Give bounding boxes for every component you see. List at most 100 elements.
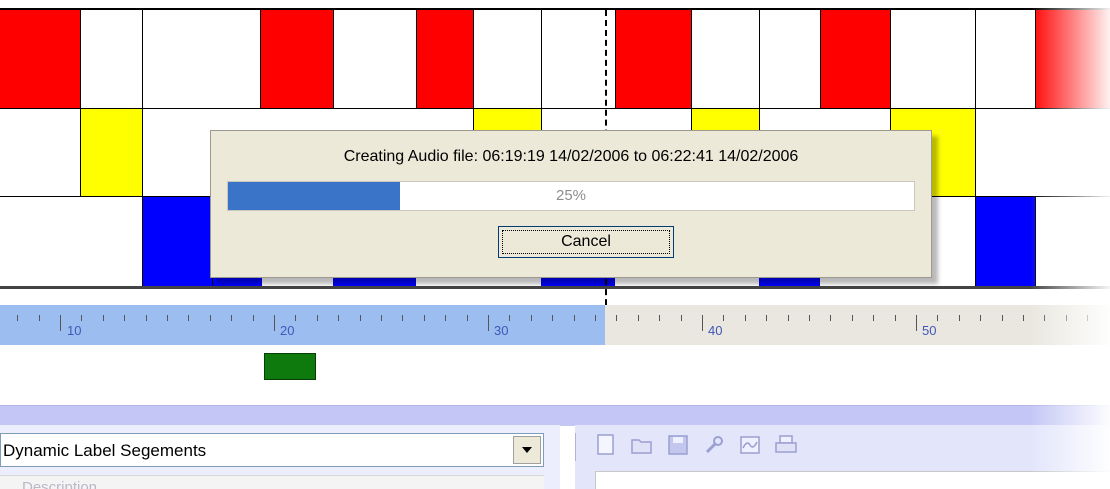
ruler-tick bbox=[424, 315, 425, 321]
ruler-tick bbox=[1023, 315, 1024, 321]
yellow-block[interactable] bbox=[80, 108, 142, 196]
ruler-tick bbox=[1087, 315, 1088, 321]
column-header-label: Description bbox=[22, 479, 98, 489]
blue-block[interactable] bbox=[541, 278, 615, 286]
dropdown-button[interactable] bbox=[513, 436, 541, 464]
grid-line bbox=[80, 10, 81, 108]
ruler-tick bbox=[574, 315, 575, 321]
grid-line bbox=[142, 10, 143, 108]
print-icon[interactable] bbox=[773, 432, 799, 458]
progress-bar: 25% bbox=[227, 181, 915, 211]
grid-line bbox=[759, 108, 760, 132]
red-block[interactable] bbox=[820, 10, 890, 108]
yellow-block[interactable] bbox=[691, 108, 759, 132]
ruler-tick bbox=[81, 315, 82, 321]
ruler-tick bbox=[766, 315, 767, 321]
ruler-tick bbox=[895, 315, 896, 321]
red-block[interactable] bbox=[1035, 10, 1110, 108]
ruler-label: 40 bbox=[708, 323, 723, 338]
ruler-tick bbox=[873, 315, 874, 321]
grid-line bbox=[890, 10, 891, 108]
new-document-icon[interactable] bbox=[593, 432, 619, 458]
grid-line bbox=[975, 10, 976, 108]
grid-line bbox=[260, 10, 261, 108]
ruler-tick bbox=[167, 315, 168, 321]
ruler-tick bbox=[1066, 315, 1067, 321]
segments-panel: Dynamic Label Segements Description bbox=[0, 425, 560, 489]
cancel-label: Cancel bbox=[502, 230, 670, 254]
ruler-tick bbox=[830, 315, 831, 321]
ruler-tick bbox=[210, 315, 211, 321]
blue-block[interactable] bbox=[212, 278, 262, 286]
grid-line bbox=[0, 286, 1110, 289]
chart-icon[interactable] bbox=[737, 432, 763, 458]
grid-line bbox=[1035, 196, 1036, 286]
toolbar-panel bbox=[575, 425, 1110, 489]
chevron-down-icon bbox=[522, 447, 532, 453]
ruler-tick bbox=[809, 315, 810, 321]
grid-line bbox=[0, 108, 1110, 109]
ruler-tick bbox=[338, 315, 339, 321]
ruler-tick bbox=[488, 315, 489, 331]
grid-line bbox=[541, 108, 542, 132]
grid-line bbox=[975, 196, 976, 286]
ruler-tick bbox=[745, 315, 746, 321]
panel-header-strip bbox=[0, 405, 1110, 426]
red-block[interactable] bbox=[615, 10, 691, 108]
ruler-tick bbox=[467, 315, 468, 321]
ruler-tick bbox=[188, 315, 189, 321]
yellow-block[interactable] bbox=[473, 108, 541, 132]
ruler-tick bbox=[274, 315, 275, 331]
grid-line bbox=[416, 10, 417, 108]
cancel-button[interactable]: Cancel bbox=[498, 226, 674, 258]
ruler-tick bbox=[103, 315, 104, 321]
ruler-tick bbox=[1044, 315, 1045, 321]
column-header[interactable]: Description bbox=[0, 475, 544, 489]
red-block[interactable] bbox=[416, 10, 473, 108]
dropdown-value: Dynamic Label Segements bbox=[3, 441, 207, 460]
ruler-tick bbox=[146, 315, 147, 321]
progress-dialog: Creating Audio file: 06:19:19 14/02/2006… bbox=[210, 130, 932, 278]
ruler-tick bbox=[295, 315, 296, 321]
blue-block[interactable] bbox=[975, 196, 1035, 286]
ruler-tick bbox=[124, 315, 125, 321]
ruler-tick bbox=[39, 315, 40, 321]
open-folder-icon[interactable] bbox=[629, 432, 655, 458]
grid-line bbox=[759, 10, 760, 108]
blue-block[interactable] bbox=[142, 196, 212, 286]
blue-block[interactable] bbox=[759, 278, 820, 286]
ruler-tick bbox=[231, 315, 232, 321]
grid-line bbox=[473, 10, 474, 108]
tools-icon[interactable] bbox=[701, 432, 727, 458]
marker-lane bbox=[0, 348, 1110, 382]
ruler-tick bbox=[916, 315, 917, 331]
grid-line bbox=[541, 10, 542, 108]
red-block[interactable] bbox=[0, 10, 80, 108]
ruler-tick bbox=[60, 315, 61, 331]
dialog-message: Creating Audio file: 06:19:19 14/02/2006… bbox=[343, 148, 799, 165]
ruler-tick bbox=[702, 315, 703, 331]
time-ruler[interactable]: 10 20 30 40 50 bbox=[0, 305, 1110, 345]
grid-line bbox=[691, 108, 692, 132]
ruler-tick bbox=[253, 315, 254, 321]
grid-line bbox=[142, 108, 143, 196]
red-block[interactable] bbox=[260, 10, 333, 108]
ruler-tick bbox=[638, 315, 639, 321]
blue-block[interactable] bbox=[333, 278, 416, 286]
segments-list[interactable] bbox=[595, 471, 1110, 489]
grid-line bbox=[333, 10, 334, 108]
ruler-tick bbox=[17, 315, 18, 321]
ruler-tick bbox=[509, 315, 510, 321]
ruler-tick bbox=[852, 315, 853, 321]
ruler-tick bbox=[980, 315, 981, 321]
selection-range[interactable] bbox=[0, 305, 605, 345]
marker-block[interactable] bbox=[264, 353, 316, 380]
segments-dropdown[interactable]: Dynamic Label Segements bbox=[0, 433, 544, 467]
ruler-label: 30 bbox=[494, 323, 509, 338]
ruler-label: 50 bbox=[922, 323, 937, 338]
toolbar bbox=[593, 432, 799, 462]
ruler-tick bbox=[317, 315, 318, 321]
save-icon[interactable] bbox=[665, 432, 691, 458]
ruler-tick bbox=[1002, 315, 1003, 321]
ruler-tick bbox=[445, 315, 446, 321]
